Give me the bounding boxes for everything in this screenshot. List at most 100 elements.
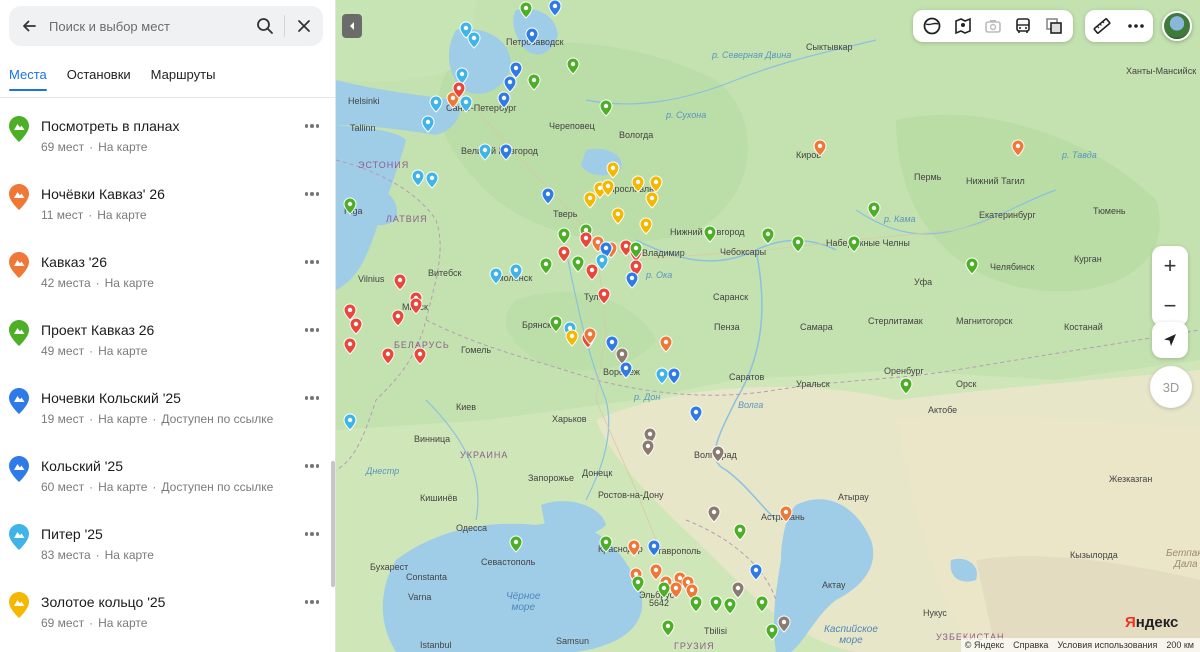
photos-button[interactable] [979, 12, 1007, 40]
map-pin-icon[interactable] [599, 535, 613, 553]
map-pin-icon[interactable] [779, 505, 793, 523]
map-pin-icon[interactable] [393, 273, 407, 291]
map-pin-icon[interactable] [813, 139, 827, 157]
map-pin-icon[interactable] [661, 619, 675, 637]
map-pin-icon[interactable] [467, 31, 481, 49]
map[interactable]: Петрозаводск Сыктывкар Ханты-Мансийск He… [336, 0, 1200, 652]
map-pin-icon[interactable] [791, 235, 805, 253]
map-pin-icon[interactable] [425, 171, 439, 189]
map-pin-icon[interactable] [689, 595, 703, 613]
map-pin-icon[interactable] [711, 445, 725, 463]
bookmark-list-item[interactable]: Ночёвки Кавказ' 26 11 мест · На карте [0, 166, 330, 234]
map-pin-icon[interactable] [557, 245, 571, 263]
collapse-sidebar-button[interactable] [342, 14, 362, 38]
map-pin-icon[interactable] [733, 523, 747, 541]
map-type-button[interactable] [918, 12, 946, 40]
map-pin-icon[interactable] [629, 241, 643, 259]
tab-places[interactable]: Места [9, 58, 47, 98]
map-pin-icon[interactable] [597, 287, 611, 305]
transport-button[interactable] [1009, 12, 1037, 40]
map-pin-icon[interactable] [867, 201, 881, 219]
list-more-button[interactable] [300, 116, 324, 136]
map-pin-icon[interactable] [641, 439, 655, 457]
map-pin-icon[interactable] [566, 57, 580, 75]
map-pin-icon[interactable] [519, 1, 533, 19]
map-pin-icon[interactable] [619, 361, 633, 379]
back-button[interactable] [9, 6, 49, 46]
map-pin-icon[interactable] [571, 255, 585, 273]
list-on-map[interactable]: На карте [98, 616, 147, 630]
list-more-button[interactable] [300, 524, 324, 544]
map-pin-icon[interactable] [749, 563, 763, 581]
map-pin-icon[interactable] [755, 595, 769, 613]
map-pin-icon[interactable] [765, 623, 779, 641]
map-pin-icon[interactable] [343, 337, 357, 355]
list-more-button[interactable] [300, 184, 324, 204]
map-pin-icon[interactable] [761, 227, 775, 245]
map-pin-icon[interactable] [459, 95, 473, 113]
search-button[interactable] [246, 6, 284, 46]
map-pin-icon[interactable] [659, 335, 673, 353]
help-link[interactable]: Справка [1013, 640, 1048, 650]
list-on-map[interactable]: На карте [105, 548, 154, 562]
list-on-map[interactable]: На карте [98, 480, 147, 494]
map-pin-icon[interactable] [343, 197, 357, 215]
map-pin-icon[interactable] [639, 217, 653, 235]
locate-me-button[interactable] [1152, 322, 1188, 358]
map-pin-icon[interactable] [631, 175, 645, 193]
map-pin-icon[interactable] [583, 191, 597, 209]
user-avatar[interactable] [1162, 11, 1192, 41]
map-pin-icon[interactable] [631, 575, 645, 593]
map-pin-icon[interactable] [647, 539, 661, 557]
bookmark-list-item[interactable]: Посмотреть в планах 69 мест · На карте [0, 98, 330, 166]
map-pin-icon[interactable] [657, 581, 671, 599]
map-pin-icon[interactable] [478, 143, 492, 161]
map-pin-icon[interactable] [599, 99, 613, 117]
list-more-button[interactable] [300, 252, 324, 272]
map-pin-icon[interactable] [565, 329, 579, 347]
map-pin-icon[interactable] [1011, 139, 1025, 157]
zoom-in-button[interactable]: + [1152, 246, 1188, 286]
map-pin-icon[interactable] [689, 405, 703, 423]
bookmark-list-item[interactable]: Питер '25 83 места · На карте [0, 506, 330, 574]
map-pin-icon[interactable] [499, 143, 513, 161]
map-pin-icon[interactable] [709, 595, 723, 613]
map-pin-icon[interactable] [429, 95, 443, 113]
map-pin-icon[interactable] [625, 271, 639, 289]
map-pin-icon[interactable] [343, 413, 357, 431]
terms-link[interactable]: Условия использования [1057, 640, 1157, 650]
map-pin-icon[interactable] [509, 535, 523, 553]
map-pin-icon[interactable] [497, 91, 511, 109]
map-pin-icon[interactable] [707, 505, 721, 523]
map-pin-icon[interactable] [413, 347, 427, 365]
map-pin-icon[interactable] [548, 0, 562, 17]
map-pin-icon[interactable] [606, 161, 620, 179]
bookmark-list-item[interactable]: Проект Кавказ 26 49 мест · На карте [0, 302, 330, 370]
map-pin-icon[interactable] [703, 225, 717, 243]
map-pin-icon[interactable] [611, 207, 625, 225]
layers-button[interactable] [1040, 12, 1068, 40]
map-pin-icon[interactable] [381, 347, 395, 365]
map-pin-icon[interactable] [527, 73, 541, 91]
map-pin-icon[interactable] [777, 615, 791, 633]
sidebar-scrollbar[interactable] [331, 461, 335, 587]
more-button[interactable] [1122, 12, 1150, 40]
zoom-out-button[interactable]: − [1152, 286, 1188, 326]
map-pin-icon[interactable] [847, 235, 861, 253]
map-pin-icon[interactable] [557, 227, 571, 245]
map-pin-icon[interactable] [541, 187, 555, 205]
map-pin-icon[interactable] [601, 179, 615, 197]
bookmark-list-item[interactable]: Золотое кольцо '25 69 мест · На карте [0, 574, 330, 642]
map-pin-icon[interactable] [899, 377, 913, 395]
map-pin-icon[interactable] [627, 539, 641, 557]
list-more-button[interactable] [300, 320, 324, 340]
map-pin-icon[interactable] [965, 257, 979, 275]
close-button[interactable] [285, 6, 323, 46]
map-pin-icon[interactable] [525, 27, 539, 45]
list-on-map[interactable]: На карте [105, 276, 154, 290]
bookmark-list-item[interactable]: Ночевки Кольский '25 19 мест · На карте · До… [0, 370, 330, 438]
panorama-button[interactable] [949, 12, 977, 40]
list-on-map[interactable]: На карте [98, 344, 147, 358]
map-pin-icon[interactable] [549, 315, 563, 333]
map-pin-icon[interactable] [391, 309, 405, 327]
